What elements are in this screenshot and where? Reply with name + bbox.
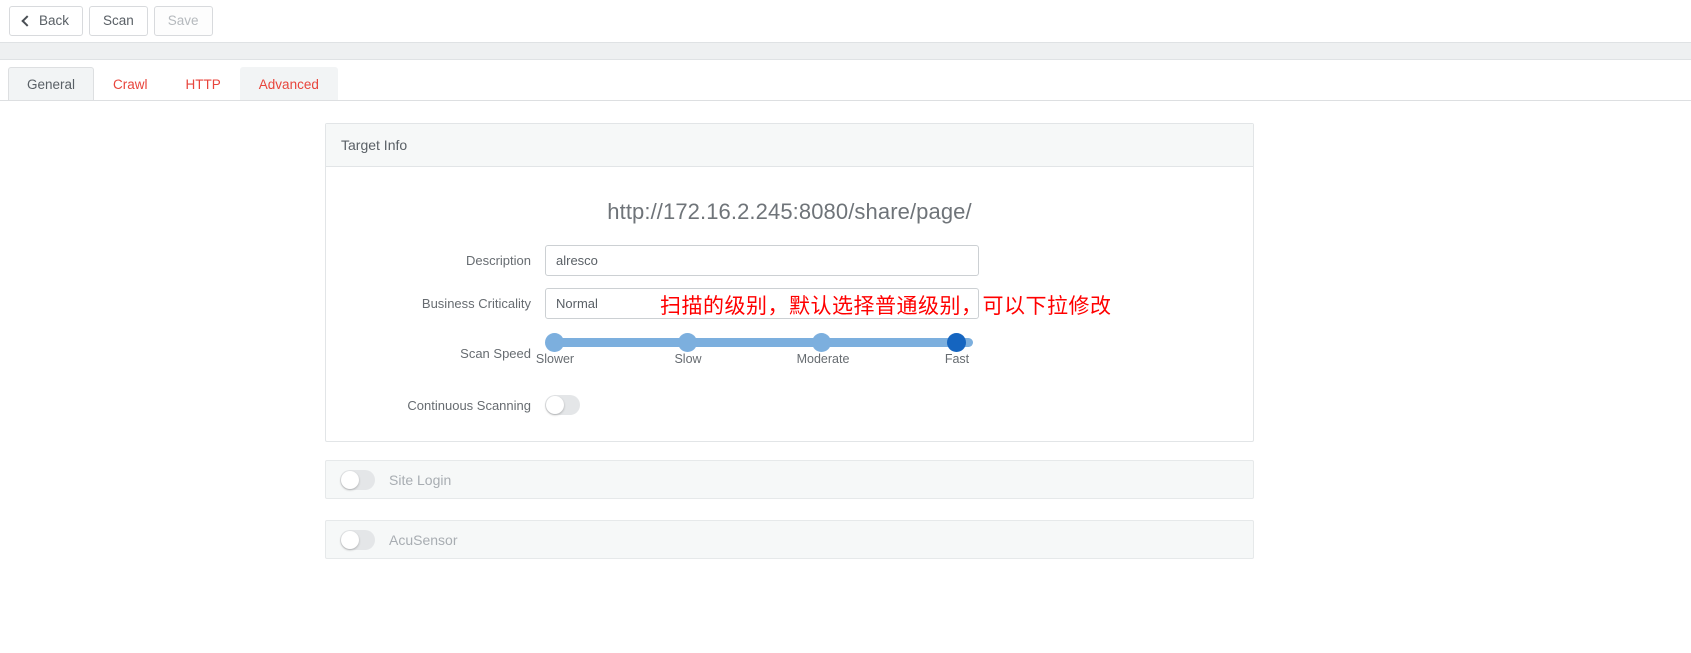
site-login-toggle-nub — [341, 470, 359, 489]
scan-speed-knob-slow[interactable] — [678, 333, 697, 352]
tab-advanced[interactable]: Advanced — [239, 67, 338, 100]
description-input[interactable] — [545, 245, 979, 276]
scan-speed-tick-moderate: Moderate — [796, 352, 850, 366]
business-criticality-select[interactable]: Normal — [545, 288, 979, 319]
business-criticality-row: Business Criticality Normal — [326, 288, 1253, 319]
tab-crawl[interactable]: Crawl — [94, 67, 167, 100]
tab-advanced-label: Advanced — [258, 76, 319, 92]
site-login-toggle[interactable] — [340, 469, 375, 490]
chevron-left-icon — [21, 15, 33, 27]
acusensor-title: AcuSensor — [389, 531, 458, 548]
scan-speed-tick-slow: Slow — [674, 352, 702, 366]
tab-http-label: HTTP — [185, 76, 221, 92]
scan-speed-knob-slower[interactable] — [545, 333, 564, 352]
scan-speed-tick-labels: Slower Slow Moderate Fast — [536, 352, 979, 370]
acusensor-toggle-nub — [341, 530, 359, 549]
tab-bar: General Crawl HTTP Advanced — [0, 60, 1691, 101]
business-criticality-label: Business Criticality — [421, 296, 531, 311]
continuous-scanning-toggle-nub — [546, 396, 564, 414]
target-info-panel-header: Target Info — [326, 124, 1253, 167]
scan-speed-tick-fast: Fast — [944, 352, 970, 366]
target-url: http://172.16.2.245:8080/share/page/ — [607, 199, 972, 224]
scan-speed-label: Scan Speed — [460, 345, 531, 361]
target-info-title: Target Info — [341, 137, 408, 153]
continuous-scanning-toggle[interactable] — [545, 395, 580, 415]
scan-speed-slider[interactable]: Slower Slow Moderate Fast — [536, 331, 979, 375]
save-button-label: Save — [167, 13, 199, 29]
scan-speed-track[interactable] — [551, 338, 973, 347]
acusensor-panel[interactable]: AcuSensor — [325, 520, 1254, 559]
scan-button-label: Scan — [103, 13, 134, 29]
acusensor-toggle[interactable] — [340, 529, 375, 550]
description-row: Description — [326, 245, 1253, 276]
panels-column: Target Info http://172.16.2.245:8080/sha… — [325, 123, 1254, 559]
scan-speed-knob-fast[interactable] — [947, 333, 966, 352]
scan-button[interactable]: Scan — [89, 6, 148, 36]
site-login-panel[interactable]: Site Login — [325, 460, 1254, 499]
top-toolbar: Back Scan Save — [0, 0, 1691, 42]
back-button[interactable]: Back — [9, 6, 84, 36]
continuous-scanning-row: Continuous Scanning — [326, 395, 1253, 415]
scan-speed-knob-moderate[interactable] — [812, 333, 831, 352]
tab-general-label: General — [27, 76, 76, 92]
target-info-panel-body: http://172.16.2.245:8080/share/page/ Des… — [326, 167, 1253, 441]
save-button[interactable]: Save — [153, 6, 213, 36]
continuous-scanning-label: Continuous Scanning — [407, 397, 531, 413]
toolbar-divider-band — [0, 42, 1691, 60]
description-label: Description — [465, 253, 531, 268]
main-content: Target Info http://172.16.2.245:8080/sha… — [0, 102, 1691, 653]
scan-speed-row: Scan Speed Slower Slow Moderate Fast — [326, 331, 1253, 375]
scan-speed-tick-slower: Slower — [535, 352, 575, 366]
target-info-panel: Target Info http://172.16.2.245:8080/sha… — [325, 123, 1254, 442]
back-button-label: Back — [39, 13, 70, 29]
business-criticality-value: Normal — [556, 296, 598, 311]
site-login-title: Site Login — [389, 471, 452, 488]
tab-general[interactable]: General — [8, 67, 95, 100]
tab-crawl-label: Crawl — [113, 76, 148, 92]
tab-http[interactable]: HTTP — [167, 67, 240, 100]
